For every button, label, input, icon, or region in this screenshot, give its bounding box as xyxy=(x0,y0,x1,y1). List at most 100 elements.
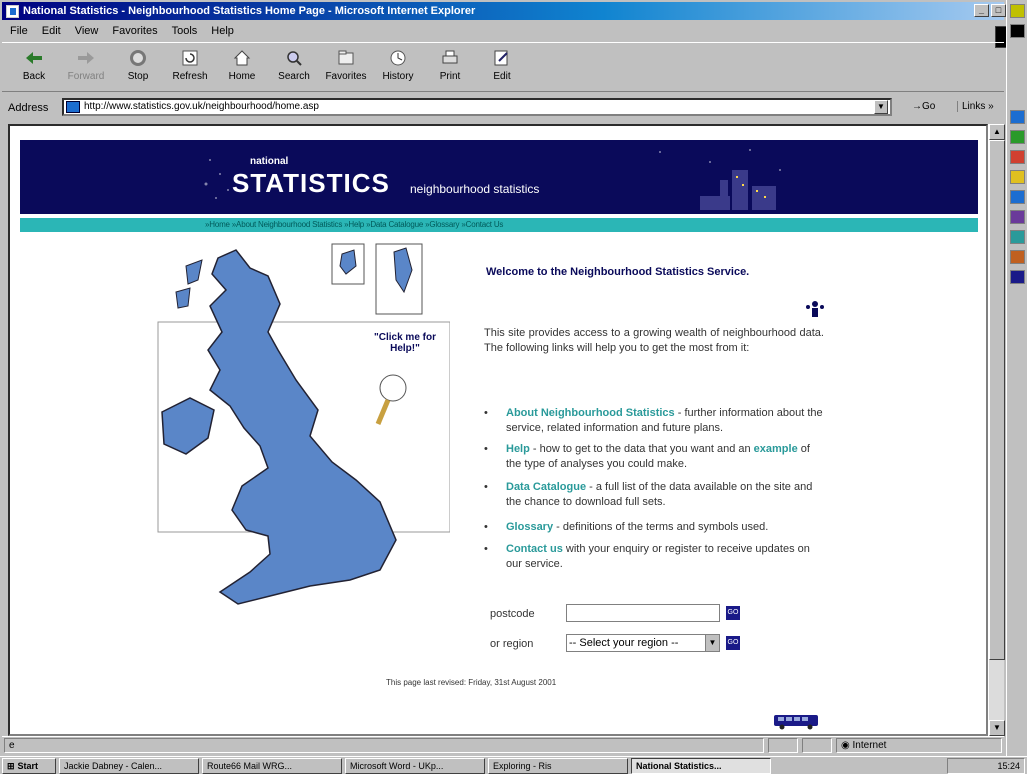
scroll-up-button[interactable]: ▲ xyxy=(989,124,1005,140)
back-button[interactable]: Back xyxy=(8,43,60,89)
list-item: Help - how to get to the data that you w… xyxy=(484,442,826,472)
home-label: Home xyxy=(228,71,256,82)
shortcut-icon[interactable] xyxy=(1010,130,1025,144)
office-logo-icon xyxy=(1010,24,1025,38)
go-button[interactable]: →Go xyxy=(912,101,935,112)
brand-statistics: STATISTICS xyxy=(232,168,390,198)
taskbar-item[interactable]: Route66 Mail WRG... xyxy=(202,757,342,774)
shortcut-icon[interactable] xyxy=(1010,110,1025,124)
edit-button[interactable]: Edit xyxy=(476,43,528,89)
address-label: Address xyxy=(8,102,49,114)
list-item: Glossary - definitions of the terms and … xyxy=(484,520,826,535)
print-button[interactable]: Print xyxy=(424,43,476,89)
shortcut-icon[interactable] xyxy=(1010,210,1025,224)
stop-icon xyxy=(127,47,149,69)
list-item: Data Catalogue - a full list of the data… xyxy=(484,480,826,510)
shortcut-icon[interactable] xyxy=(1010,4,1025,18)
menu-file[interactable]: File xyxy=(10,25,28,37)
menu-favorites[interactable]: Favorites xyxy=(112,25,157,37)
edit-label: Edit xyxy=(493,71,511,82)
address-dropdown-button[interactable]: ▼ xyxy=(874,100,888,114)
forward-label: Forward xyxy=(67,71,105,82)
taskbar-item-active[interactable]: National Statistics... xyxy=(631,757,771,774)
data-catalogue-link[interactable]: Data Catalogue xyxy=(506,481,586,493)
taskbar: ⊞ Start Jackie Dabney - Calen... Route66 … xyxy=(0,756,1027,774)
stop-button[interactable]: Stop xyxy=(112,43,164,89)
maximize-button[interactable]: □ xyxy=(991,4,1006,17)
shortcut-icon[interactable] xyxy=(1010,250,1025,264)
taskbar-item[interactable]: Microsoft Word - UKp... xyxy=(345,757,485,774)
region-select-value: -- Select your region -- xyxy=(569,637,679,649)
help-magnifier-icon xyxy=(379,374,407,402)
favorites-button[interactable]: Favorites xyxy=(320,43,372,89)
shortcut-icon[interactable] xyxy=(1010,170,1025,184)
chevron-down-icon: ▼ xyxy=(705,635,719,651)
ie-icon xyxy=(6,4,19,18)
title-bar: National Statistics - Neighbourhood Stat… xyxy=(2,2,1004,20)
page-done-icon: e xyxy=(9,740,15,751)
address-input[interactable]: http://www.statistics.gov.uk/neighbourho… xyxy=(62,98,892,116)
shortcut-icon[interactable] xyxy=(1010,190,1025,204)
vertical-scrollbar[interactable]: ▲ ▼ xyxy=(988,124,1005,736)
shortcut-icon[interactable] xyxy=(1010,230,1025,244)
postcode-input[interactable] xyxy=(566,604,720,622)
contact-link[interactable]: Contact us xyxy=(506,543,563,555)
globe-icon: ◉ xyxy=(841,740,850,751)
taskbar-item-label: Microsoft Word - UKp... xyxy=(350,760,444,771)
status-cell xyxy=(802,738,832,753)
refresh-label: Refresh xyxy=(172,71,208,82)
shortcut-icon[interactable] xyxy=(1010,150,1025,164)
home-button[interactable]: Home xyxy=(216,43,268,89)
scroll-thumb[interactable] xyxy=(989,140,1005,660)
start-label: Start xyxy=(17,760,39,771)
brand-national: national xyxy=(250,156,289,167)
menu-view[interactable]: View xyxy=(75,25,99,37)
page-content: national STATISTICS neighbourhood statis… xyxy=(8,124,988,736)
search-label: Search xyxy=(278,71,310,82)
search-button[interactable]: Search xyxy=(268,43,320,89)
help-link[interactable]: Help xyxy=(506,443,530,455)
zone-label: Internet xyxy=(852,740,887,751)
about-link[interactable]: About Neighbourhood Statistics xyxy=(506,407,675,419)
list-item: About Neighbourhood Statistics - further… xyxy=(484,406,826,436)
status-cell xyxy=(768,738,798,753)
minimize-button[interactable]: _ xyxy=(974,4,989,17)
example-link[interactable]: example xyxy=(754,443,798,455)
uk-map[interactable] xyxy=(150,240,450,620)
favorites-icon xyxy=(335,47,357,69)
search-icon xyxy=(283,47,305,69)
region-label: or region xyxy=(490,638,534,650)
people-icon xyxy=(806,301,824,317)
banner-graphic xyxy=(204,149,781,210)
postcode-label: postcode xyxy=(490,608,535,620)
list-item: Contact us with your enquiry or register… xyxy=(484,542,826,572)
refresh-button[interactable]: Refresh xyxy=(164,43,216,89)
welcome-heading: Welcome to the Neighbourhood Statistics … xyxy=(486,266,750,278)
taskbar-item-label: National Statistics... xyxy=(636,760,722,771)
shortcut-icon[interactable] xyxy=(1010,270,1025,284)
glossary-link[interactable]: Glossary xyxy=(506,521,553,533)
postcode-go-button[interactable]: GO xyxy=(726,606,740,620)
start-button[interactable]: ⊞ Start xyxy=(2,757,56,774)
scroll-down-button[interactable]: ▼ xyxy=(989,720,1005,736)
forward-button[interactable]: Forward xyxy=(60,43,112,89)
nav-strip[interactable]: »Home »About Neighbourhood Statistics »H… xyxy=(20,218,978,232)
click-for-help[interactable]: "Click me for Help!" xyxy=(370,332,440,354)
links-button[interactable]: Links » xyxy=(957,101,994,112)
taskbar-item[interactable]: Exploring - Ris xyxy=(488,757,628,774)
last-revised: This page last revised: Friday, 31st Aug… xyxy=(386,678,557,687)
menu-edit[interactable]: Edit xyxy=(42,25,61,37)
menu-bar: File Edit View Favorites Tools Help xyxy=(2,22,1004,40)
refresh-icon xyxy=(179,47,201,69)
menu-help[interactable]: Help xyxy=(211,25,234,37)
history-button[interactable]: History xyxy=(372,43,424,89)
help-desc: - how to get to the data that you want a… xyxy=(529,443,754,455)
print-icon xyxy=(439,47,461,69)
region-select[interactable]: -- Select your region -- ▼ xyxy=(566,634,720,652)
page-icon xyxy=(66,101,80,113)
menu-tools[interactable]: Tools xyxy=(172,25,198,37)
back-label: Back xyxy=(22,71,46,82)
taskbar-item-label: Route66 Mail WRG... xyxy=(207,760,293,771)
taskbar-item[interactable]: Jackie Dabney - Calen... xyxy=(59,757,199,774)
region-go-button[interactable]: GO xyxy=(726,636,740,650)
